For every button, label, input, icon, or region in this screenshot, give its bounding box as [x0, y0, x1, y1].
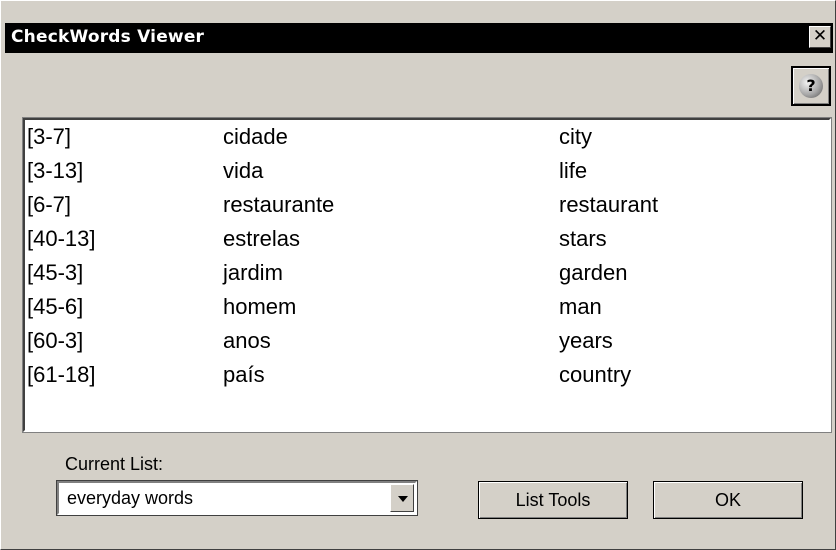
current-list-label: Current List: [65, 454, 164, 474]
word-ref: [40-13] [27, 226, 96, 251]
word-ref: [45-3] [27, 260, 84, 285]
title-bar[interactable]: CheckWords Viewer ✕ [5, 23, 833, 53]
list-item[interactable]: [45-3] jardim garden [25, 256, 825, 290]
word-english: restaurant [559, 192, 659, 217]
checkwords-viewer-window: CheckWords Viewer ✕ ? [3-7] cidade city [3-… [0, 0, 836, 550]
word-portuguese: jardim [223, 260, 283, 285]
word-ref: [60-3] [27, 328, 84, 353]
word-ref: [3-7] [27, 124, 72, 149]
help-button[interactable]: ? [791, 66, 831, 106]
close-button[interactable]: ✕ [809, 26, 831, 48]
close-icon: ✕ [812, 26, 828, 46]
word-portuguese: país [223, 362, 265, 387]
word-portuguese: anos [223, 328, 271, 353]
chevron-down-icon[interactable] [390, 484, 414, 512]
help-icon: ? [799, 74, 823, 98]
word-english: stars [559, 226, 607, 251]
word-portuguese: cidade [223, 124, 288, 149]
word-english: man [559, 294, 602, 319]
window-title: CheckWords Viewer [11, 27, 205, 47]
list-item[interactable]: [60-3] anos years [25, 324, 825, 358]
ok-button[interactable]: OK [653, 481, 803, 519]
list-item[interactable]: [3-13] vida life [25, 154, 825, 188]
current-list-value: everyday words [67, 488, 194, 508]
word-ref: [3-13] [27, 158, 84, 183]
word-portuguese: restaurante [223, 192, 335, 217]
word-ref: [45-6] [27, 294, 84, 319]
list-item[interactable]: [6-7] restaurante restaurant [25, 188, 825, 222]
current-list-select[interactable]: everyday words [56, 480, 418, 516]
list-item[interactable]: [45-6] homem man [25, 290, 825, 324]
word-english: city [559, 124, 592, 149]
list-tools-button[interactable]: List Tools [478, 481, 628, 519]
word-english: life [559, 158, 588, 183]
list-item[interactable]: [40-13] estrelas stars [25, 222, 825, 256]
word-portuguese: vida [223, 158, 264, 183]
word-ref: [6-7] [27, 192, 72, 217]
word-portuguese: homem [223, 294, 297, 319]
word-english: country [559, 362, 632, 387]
word-english: garden [559, 260, 628, 285]
word-ref: [61-18] [27, 362, 96, 387]
word-portuguese: estrelas [223, 226, 301, 251]
list-item[interactable]: [3-7] cidade city [25, 120, 825, 154]
list-item[interactable]: [61-18] país country [25, 358, 825, 392]
word-english: years [559, 328, 613, 353]
word-list[interactable]: [3-7] cidade city [3-13] vida life [6-7] restau… [22, 117, 832, 433]
